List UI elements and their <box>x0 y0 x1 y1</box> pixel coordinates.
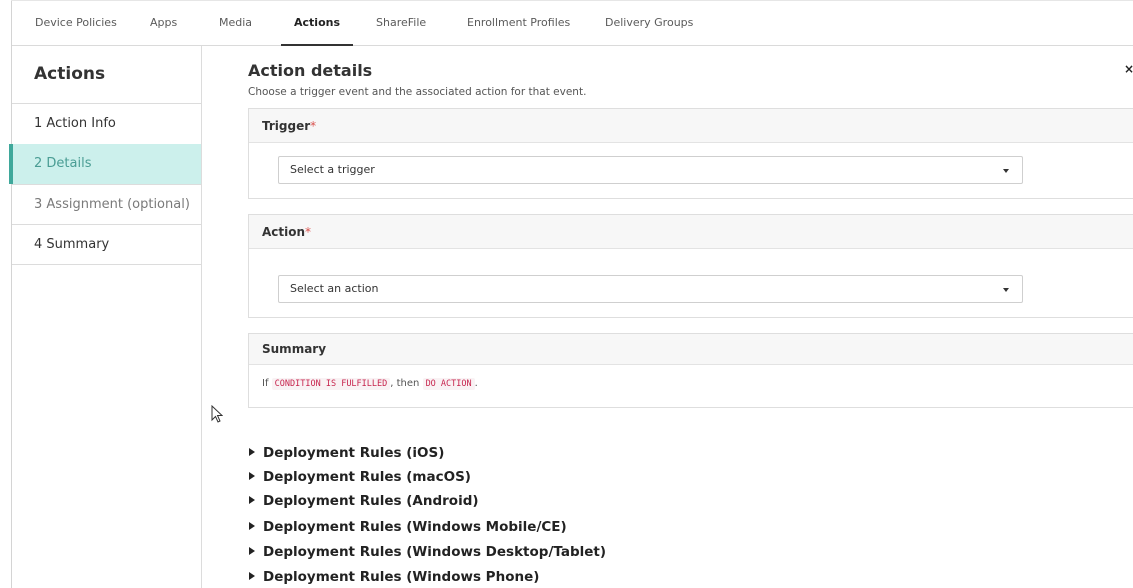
action-select[interactable]: Select an action <box>278 275 1023 303</box>
sidebar-divider <box>12 264 201 265</box>
summary-suffix: . <box>474 378 478 389</box>
trigger-select-placeholder: Select a trigger <box>290 163 375 176</box>
trigger-select[interactable]: Select a trigger <box>278 156 1023 184</box>
deployment-rule-label: Deployment Rules (Android) <box>263 493 479 509</box>
step-label: 3 Assignment (optional) <box>34 197 190 212</box>
summary-sentence: If CONDITION IS FULFILLED, then DO ACTIO… <box>262 378 478 390</box>
page-title: Action details <box>248 61 373 80</box>
trigger-label: Trigger <box>262 119 311 133</box>
action-token: DO ACTION <box>422 378 475 390</box>
summary-panel: Summary If CONDITION IS FULFILLED, then … <box>248 333 1133 408</box>
mouse-pointer-icon <box>211 405 223 423</box>
tab-enrollment-profiles[interactable]: Enrollment Profiles <box>467 1 570 45</box>
deployment-rules-macos[interactable]: Deployment Rules (macOS) <box>249 469 471 485</box>
sidebar-step-details[interactable]: 2 Details <box>9 144 201 184</box>
action-label: Action <box>262 225 306 239</box>
deployment-rule-label: Deployment Rules (macOS) <box>263 469 471 485</box>
triangle-right-icon <box>249 547 255 555</box>
triangle-right-icon <box>249 522 255 530</box>
tab-delivery-groups[interactable]: Delivery Groups <box>605 1 693 45</box>
triangle-right-icon <box>249 448 255 456</box>
page-subtitle: Choose a trigger event and the associate… <box>248 86 587 98</box>
tab-actions[interactable]: Actions <box>281 1 353 46</box>
tab-device-policies[interactable]: Device Policies <box>35 1 117 45</box>
chevron-down-icon <box>1003 288 1009 292</box>
condition-token: CONDITION IS FULFILLED <box>271 378 391 390</box>
step-label: 1 Action Info <box>34 116 116 131</box>
step-label: 4 Summary <box>34 237 110 252</box>
deployment-rules-windows-phone[interactable]: Deployment Rules (Windows Phone) <box>249 569 539 585</box>
sidebar-step-summary[interactable]: 4 Summary <box>12 225 201 265</box>
summary-middle: , then <box>390 378 420 389</box>
step-label: 2 Details <box>34 156 92 171</box>
triangle-right-icon <box>249 472 255 480</box>
action-panel-header: Action* <box>249 215 1133 249</box>
deployment-rule-label: Deployment Rules (Windows Mobile/CE) <box>263 519 567 535</box>
deployment-rules-android[interactable]: Deployment Rules (Android) <box>249 493 479 509</box>
wizard-sidebar: Actions 1 Action Info 2 Details 3 Assign… <box>9 46 202 588</box>
summary-prefix: If <box>262 378 269 389</box>
tab-apps[interactable]: Apps <box>150 1 177 45</box>
summary-label: Summary <box>262 342 327 356</box>
chevron-down-icon <box>1003 169 1009 173</box>
summary-panel-header: Summary <box>249 334 1133 365</box>
sidebar-title: Actions <box>34 64 106 84</box>
triangle-right-icon <box>249 496 255 504</box>
top-navigation: Device Policies Apps Media Actions Share… <box>12 1 1133 46</box>
sidebar-step-action-info[interactable]: 1 Action Info <box>12 104 201 144</box>
deployment-rule-label: Deployment Rules (Windows Phone) <box>263 569 540 585</box>
triangle-right-icon <box>249 572 255 580</box>
tab-sharefile[interactable]: ShareFile <box>376 1 426 45</box>
close-icon[interactable]: × <box>1124 62 1133 76</box>
trigger-panel: Trigger* Select a trigger <box>248 108 1133 199</box>
action-select-placeholder: Select an action <box>290 282 379 295</box>
action-panel: Action* Select an action <box>248 214 1133 318</box>
deployment-rules-ios[interactable]: Deployment Rules (iOS) <box>249 445 444 461</box>
required-marker: * <box>305 225 312 239</box>
sidebar-step-assignment[interactable]: 3 Assignment (optional) <box>12 185 201 225</box>
required-marker: * <box>310 119 317 133</box>
deployment-rule-label: Deployment Rules (Windows Desktop/Tablet… <box>263 544 607 560</box>
deployment-rule-label: Deployment Rules (iOS) <box>263 445 445 461</box>
trigger-panel-header: Trigger* <box>249 109 1133 143</box>
deployment-rules-windows-desktop[interactable]: Deployment Rules (Windows Desktop/Tablet… <box>249 544 606 560</box>
deployment-rules-windows-mobile[interactable]: Deployment Rules (Windows Mobile/CE) <box>249 519 567 535</box>
tab-media[interactable]: Media <box>219 1 252 45</box>
